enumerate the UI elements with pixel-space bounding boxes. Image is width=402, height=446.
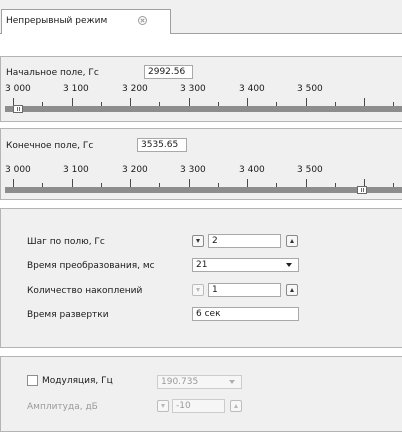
tick-mark: [188, 98, 190, 106]
scale-label: 3 400: [239, 84, 265, 94]
accumulations-increment-button[interactable]: [286, 284, 298, 296]
chevron-down-icon: [229, 380, 235, 384]
tick-mark: [71, 98, 73, 106]
modulation-checkbox[interactable]: [27, 375, 38, 386]
end-field-panel: Конечное поле, Гс 3535.65 3 000 3 100 3 …: [0, 128, 402, 200]
start-field-panel: Начальное поле, Гс 2992.56 3 000 3 100 3…: [0, 56, 402, 122]
tab-label: Непрерывный режим: [6, 16, 108, 26]
conversion-time-value: 21: [196, 260, 208, 270]
scale-label: 3 100: [63, 84, 89, 94]
field-slider-track[interactable]: [5, 187, 402, 193]
tick-mark: [247, 179, 248, 187]
end-field-label: Конечное поле, Гс: [6, 141, 94, 151]
tick-mark: [130, 179, 131, 187]
tab-continuous-mode[interactable]: Непрерывный режим: [1, 9, 171, 34]
scale-label: 3 400: [239, 165, 265, 175]
scale-label: 3 000: [5, 165, 31, 175]
scale-label: 3 200: [122, 84, 148, 94]
modulation-label: Модуляция, Гц: [42, 376, 113, 386]
scale-label: 3 500: [297, 165, 323, 175]
end-field-slider-thumb[interactable]: [357, 186, 367, 194]
chevron-down-icon: [196, 288, 200, 292]
scale-label: 3 000: [5, 84, 31, 94]
accumulations-input[interactable]: 1: [208, 283, 281, 297]
end-field-ruler: 3 000 3 100 3 200 3 300 3 400 3 500: [5, 165, 402, 199]
sweep-time-value: 6 сек: [192, 307, 299, 321]
accumulations-decrement-button[interactable]: [192, 284, 204, 296]
step-input[interactable]: 2: [208, 234, 281, 248]
amplitude-increment-button[interactable]: [230, 400, 242, 412]
modulation-panel: Модуляция, Гц 190.735 Амплитуда, дБ -10: [0, 356, 402, 432]
modulation-frequency-select[interactable]: 190.735: [157, 375, 242, 389]
tick-mark: [130, 98, 131, 106]
end-field-input[interactable]: 3535.65: [137, 138, 187, 152]
chevron-down-icon: [196, 239, 200, 243]
step-decrement-button[interactable]: [192, 235, 204, 247]
tick-mark: [247, 98, 248, 106]
scale-label: 3 200: [122, 165, 148, 175]
tick-mark: [305, 179, 307, 187]
tick-mark: [13, 179, 14, 187]
tick-mark: [188, 179, 190, 187]
step-increment-button[interactable]: [286, 235, 298, 247]
tick-mark: [305, 98, 307, 106]
scan-params-panel: Шаг по полю, Гс 2 Время преобразования, …: [0, 208, 402, 348]
field-slider-track[interactable]: [5, 106, 402, 112]
scale-label: 3 300: [180, 165, 206, 175]
start-field-slider-thumb[interactable]: [13, 105, 23, 113]
amplitude-decrement-button[interactable]: [157, 400, 169, 412]
close-circle-icon[interactable]: [138, 16, 147, 25]
amplitude-input[interactable]: -10: [172, 399, 225, 413]
chevron-up-icon: [234, 404, 238, 408]
tick-mark: [364, 98, 365, 106]
tick-mark: [71, 179, 73, 187]
amplitude-label: Амплитуда, дБ: [27, 402, 98, 412]
modulation-frequency-value: 190.735: [161, 377, 199, 387]
start-field-ruler: 3 000 3 100 3 200 3 300 3 400 3 500: [5, 84, 402, 118]
chevron-down-icon: [161, 404, 165, 408]
start-field-input[interactable]: 2992.56: [144, 65, 193, 79]
sweep-time-label: Время развертки: [27, 310, 109, 320]
scale-label: 3 100: [63, 165, 89, 175]
conversion-time-select[interactable]: 21: [192, 258, 299, 272]
start-field-label: Начальное поле, Гс: [6, 68, 99, 78]
chevron-up-icon: [290, 239, 294, 243]
scale-label: 3 500: [297, 84, 323, 94]
scale-label: 3 300: [180, 84, 206, 94]
chevron-up-icon: [290, 288, 294, 292]
conversion-time-label: Время преобразования, мс: [27, 261, 155, 271]
chevron-down-icon: [286, 263, 292, 267]
step-label: Шаг по полю, Гс: [27, 237, 105, 247]
accumulations-label: Количество накоплений: [27, 286, 143, 296]
